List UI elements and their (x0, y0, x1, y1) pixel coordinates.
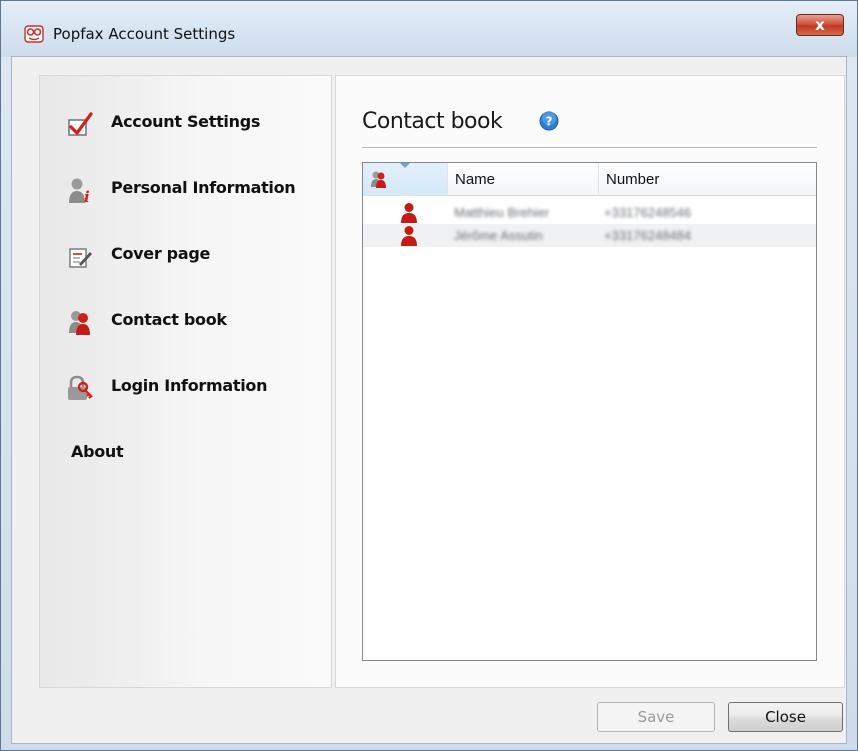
contact-book-panel: Contact book ? Name Number Matthieu Breh… (335, 75, 845, 688)
contacts-table[interactable]: Name Number Matthieu Brehier +3317624854… (362, 162, 817, 661)
page-title: Contact book (362, 109, 503, 134)
nav-item-cover-page[interactable]: Cover page (40, 236, 333, 276)
contacts-icon (69, 311, 90, 335)
column-header-icon[interactable] (363, 163, 448, 196)
contact-person-icon (401, 203, 417, 223)
svg-text:?: ? (546, 115, 553, 129)
nav-item-contact-book[interactable]: Contact book (40, 302, 333, 342)
svg-text:i: i (84, 188, 90, 204)
nav-item-about[interactable]: About (40, 434, 333, 474)
window-close-button[interactable]: x (796, 14, 844, 36)
column-header-name-label: Name (455, 171, 496, 188)
contacts-icon (371, 171, 386, 188)
table-row[interactable]: Matthieu Brehier +33176248546 (363, 201, 816, 224)
nav-item-account-settings[interactable]: Account Settings (40, 104, 333, 144)
login-key-icon (68, 375, 93, 400)
close-button[interactable]: Close (728, 702, 843, 732)
cover-page-icon (69, 248, 92, 268)
save-button[interactable]: Save (597, 702, 715, 732)
table-row[interactable]: Jérôme Assutin +33176248484 (363, 224, 816, 247)
column-header-number[interactable]: Number (599, 163, 816, 196)
contact-number: +33176248546 (604, 205, 692, 220)
window-title: Popfax Account Settings (53, 25, 236, 43)
contact-name: Matthieu Brehier (454, 205, 550, 220)
settings-window: Popfax Account Settings x Account Settin… (0, 0, 858, 751)
nav-label-account-settings: Account Settings (111, 112, 261, 131)
nav-label-cover-page: Cover page (111, 244, 211, 263)
nav-item-login-information[interactable]: Login Information (40, 368, 333, 408)
nav-label-personal-information: Personal Information (111, 178, 296, 197)
help-icon[interactable]: ? (539, 111, 559, 131)
nav-label-about: About (71, 442, 124, 461)
nav-label-login-information: Login Information (111, 376, 268, 395)
contact-number: +33176248484 (604, 228, 692, 243)
popfax-logo-icon (24, 25, 44, 43)
table-header: Name Number (363, 163, 816, 196)
dialog-client: Account Settings i Personal Information (11, 56, 847, 744)
contact-name: Jérôme Assutin (454, 228, 543, 243)
nav-label-contact-book: Contact book (111, 310, 227, 329)
settings-nav: Account Settings i Personal Information (39, 75, 332, 688)
checkbox-check-icon (68, 112, 93, 136)
column-header-name[interactable]: Name (448, 163, 599, 196)
contact-person-icon (401, 226, 417, 246)
title-bar[interactable]: Popfax Account Settings x (1, 1, 857, 57)
title-divider (362, 147, 817, 148)
nav-item-personal-information[interactable]: i Personal Information (40, 170, 333, 210)
column-header-number-label: Number (606, 171, 660, 188)
sort-descending-icon (400, 163, 410, 168)
person-info-icon: i (69, 178, 90, 204)
